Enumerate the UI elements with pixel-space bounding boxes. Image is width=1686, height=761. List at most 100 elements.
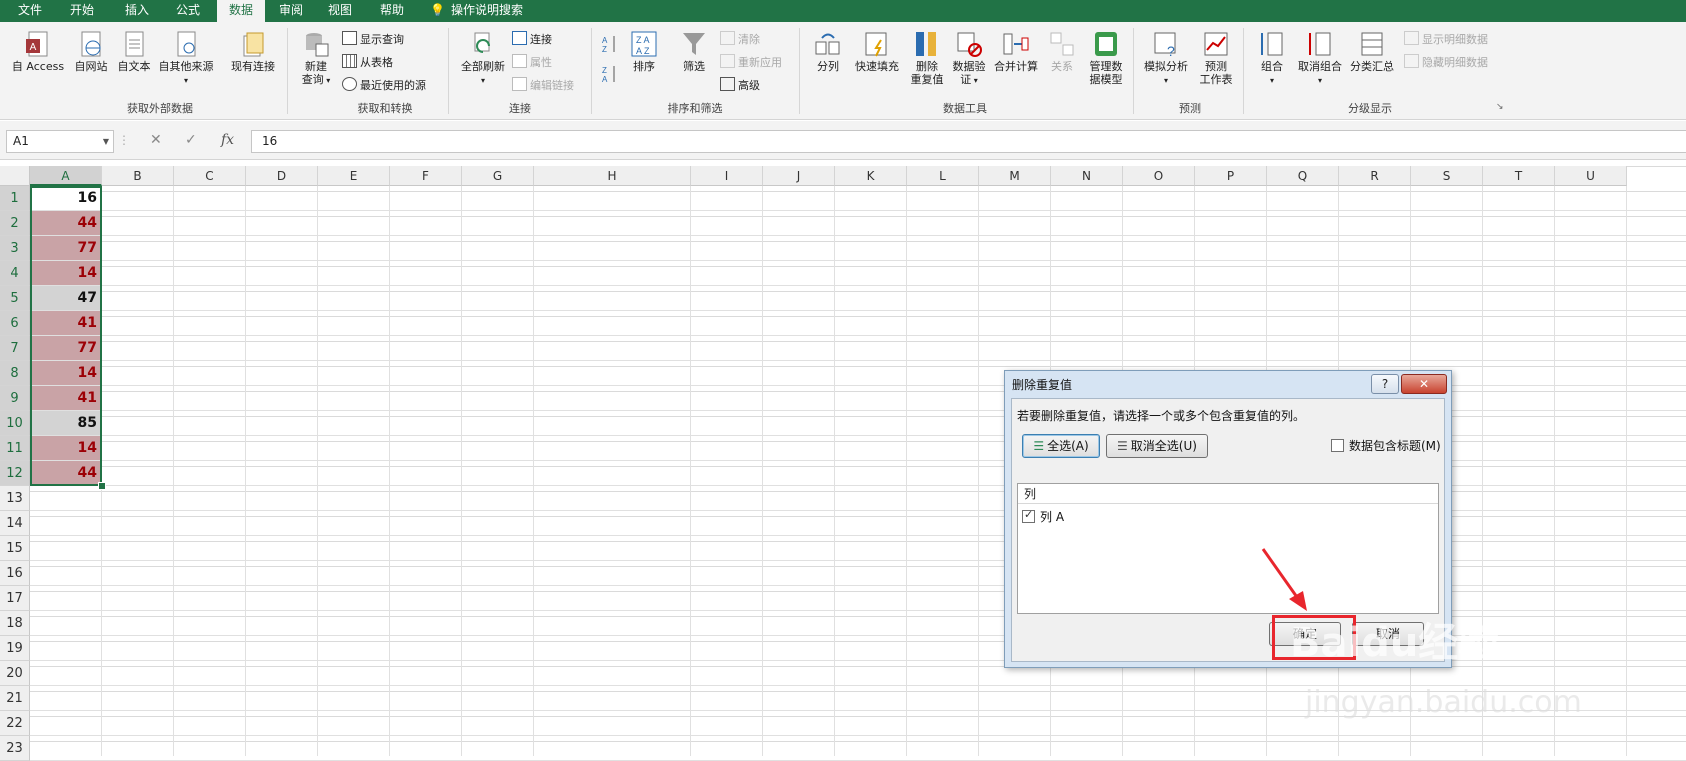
tell-me-search[interactable]: 💡 操作说明搜索 <box>430 0 523 22</box>
flash-fill-button[interactable]: 快速填充 <box>851 30 903 73</box>
column-a-checkbox[interactable]: ✓ <box>1022 508 1035 523</box>
row-header[interactable]: 10 <box>0 411 30 436</box>
tab-formulas[interactable]: 公式 <box>168 0 208 22</box>
tab-review[interactable]: 审阅 <box>271 0 311 22</box>
cell[interactable]: 16 <box>31 186 101 210</box>
column-header[interactable]: C <box>174 166 246 186</box>
from-table-button[interactable]: 从表格 <box>342 54 393 70</box>
column-header[interactable]: R <box>1339 166 1411 186</box>
subtotal-button[interactable]: 分类汇总 <box>1346 30 1398 73</box>
column-header[interactable]: L <box>907 166 979 186</box>
column-header[interactable]: M <box>979 166 1051 186</box>
row-header[interactable]: 2 <box>0 211 30 236</box>
from-text-button[interactable]: 自文本 <box>113 30 155 73</box>
edit-links-button[interactable]: 编辑链接 <box>512 77 574 93</box>
cell[interactable]: 77 <box>31 336 101 360</box>
clear-filter-button[interactable]: 清除 <box>720 31 760 47</box>
cell[interactable]: 77 <box>31 236 101 260</box>
cell[interactable]: 14 <box>31 436 101 460</box>
column-header[interactable]: U <box>1555 166 1627 186</box>
ungroup-button[interactable]: 取消组合 ▾ <box>1294 30 1346 87</box>
ok-button[interactable]: 确定 <box>1269 622 1341 646</box>
cancel-button[interactable]: 取消 <box>1352 622 1424 646</box>
cancel-entry-icon[interactable]: ✕ <box>150 132 162 148</box>
column-header[interactable]: J <box>763 166 835 186</box>
cell[interactable]: 47 <box>31 286 101 310</box>
row-header[interactable]: 14 <box>0 511 30 536</box>
row-header[interactable]: 22 <box>0 711 30 736</box>
forecast-sheet-button[interactable]: 预测 工作表 <box>1194 30 1238 86</box>
new-query-button[interactable]: 新建 查询 ▾ <box>294 30 338 87</box>
row-header[interactable]: 4 <box>0 261 30 286</box>
row-header[interactable]: 21 <box>0 686 30 711</box>
column-header[interactable]: D <box>246 166 318 186</box>
recent-sources-button[interactable]: 最近使用的源 <box>342 77 426 93</box>
row-header[interactable]: 9 <box>0 386 30 411</box>
name-box[interactable]: A1 ▼ <box>6 130 114 153</box>
cell[interactable]: 14 <box>31 261 101 285</box>
row-header[interactable]: 1 <box>0 186 30 211</box>
close-button[interactable]: ✕ <box>1401 374 1447 394</box>
row-header[interactable]: 23 <box>0 736 30 761</box>
advanced-filter-button[interactable]: 高级 <box>720 77 760 93</box>
insert-function-icon[interactable]: fx <box>221 132 234 148</box>
relationships-button[interactable]: 关系 <box>1044 30 1080 73</box>
cell[interactable]: 41 <box>31 311 101 335</box>
column-header[interactable]: P <box>1195 166 1267 186</box>
row-header[interactable]: 15 <box>0 536 30 561</box>
what-if-analysis-button[interactable]: ? 模拟分析 ▾ <box>1140 30 1192 87</box>
connections-button[interactable]: 连接 <box>512 31 552 47</box>
row-header[interactable]: 20 <box>0 661 30 686</box>
row-header[interactable]: 19 <box>0 636 30 661</box>
column-header[interactable]: Q <box>1267 166 1339 186</box>
hide-detail-button[interactable]: 隐藏明细数据 <box>1404 54 1488 70</box>
manage-data-model-button[interactable]: 管理数 据模型 <box>1084 30 1128 86</box>
column-header[interactable]: H <box>534 166 691 186</box>
refresh-all-button[interactable]: 全部刷新 ▾ <box>455 30 511 87</box>
show-detail-button[interactable]: 显示明细数据 <box>1404 31 1488 47</box>
unselect-all-button[interactable]: ☰ 取消全选(U) <box>1106 434 1208 458</box>
row-header[interactable]: 13 <box>0 486 30 511</box>
data-validation-button[interactable]: 数据验证 ▾ <box>948 30 990 87</box>
column-header[interactable]: T <box>1483 166 1555 186</box>
sort-za-button[interactable]: ZA <box>600 64 622 87</box>
from-access-button[interactable]: A 自 Access <box>8 30 68 73</box>
has-headers-checkbox[interactable] <box>1331 439 1344 452</box>
consolidate-button[interactable]: 合并计算 <box>990 30 1042 73</box>
properties-button[interactable]: 属性 <box>512 54 552 70</box>
column-header[interactable]: O <box>1123 166 1195 186</box>
row-header[interactable]: 5 <box>0 286 30 311</box>
column-header[interactable]: F <box>390 166 462 186</box>
confirm-entry-icon[interactable]: ✓ <box>185 132 197 148</box>
from-other-sources-button[interactable]: 自其他来源 ▾ <box>155 30 217 87</box>
row-header[interactable]: 11 <box>0 436 30 461</box>
select-all-button[interactable]: ☰ 全选(A) <box>1022 434 1100 458</box>
row-header[interactable]: 7 <box>0 336 30 361</box>
row-header[interactable]: 18 <box>0 611 30 636</box>
cell[interactable]: 44 <box>31 211 101 235</box>
cell[interactable]: 14 <box>31 361 101 385</box>
sort-button[interactable]: Z AA Z 排序 <box>626 30 662 73</box>
cell[interactable]: 44 <box>31 461 101 485</box>
reapply-button[interactable]: 重新应用 <box>720 54 782 70</box>
tab-view[interactable]: 视图 <box>320 0 360 22</box>
fill-handle[interactable] <box>98 482 106 490</box>
column-header[interactable]: N <box>1051 166 1123 186</box>
column-header[interactable]: B <box>102 166 174 186</box>
column-header[interactable]: S <box>1411 166 1483 186</box>
columns-listbox[interactable]: 列 ✓ 列 A <box>1017 483 1439 614</box>
tab-file[interactable]: 文件 <box>10 0 50 22</box>
column-header[interactable]: K <box>835 166 907 186</box>
row-header[interactable]: 12 <box>0 461 30 486</box>
row-header[interactable]: 17 <box>0 586 30 611</box>
filter-button[interactable]: 筛选 <box>676 30 712 73</box>
dialog-launcher-icon[interactable]: ↘ <box>1496 102 1504 112</box>
show-queries-button[interactable]: 显示查询 <box>342 31 404 47</box>
row-header[interactable]: 3 <box>0 236 30 261</box>
column-header[interactable]: G <box>462 166 534 186</box>
group-button[interactable]: 组合 ▾ <box>1252 30 1292 87</box>
select-all-corner[interactable] <box>0 166 30 186</box>
existing-connections-button[interactable]: 现有连接 <box>226 30 280 73</box>
column-header[interactable]: I <box>691 166 763 186</box>
row-header[interactable]: 16 <box>0 561 30 586</box>
